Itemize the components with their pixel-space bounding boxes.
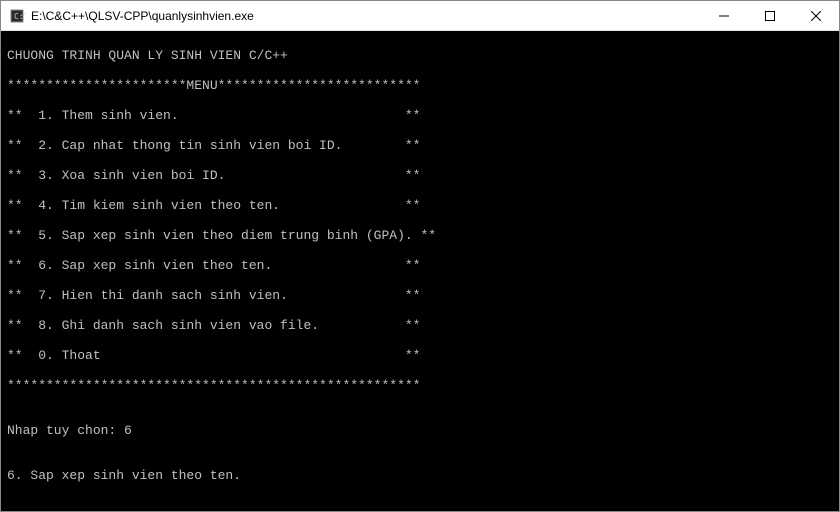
menu-item: ** 8. Ghi danh sach sinh vien vao file. …	[7, 318, 833, 333]
svg-text:C:\: C:\	[14, 12, 25, 21]
maximize-button[interactable]	[747, 1, 793, 30]
titlebar[interactable]: C:\ E:\C&C++\QLSV-CPP\quanlysinhvien.exe	[1, 1, 839, 31]
menu-footer: ****************************************…	[7, 378, 833, 393]
selected-option-title: 6. Sap xep sinh vien theo ten.	[7, 468, 833, 483]
program-header: CHUONG TRINH QUAN LY SINH VIEN C/C++	[7, 48, 833, 63]
console-window: C:\ E:\C&C++\QLSV-CPP\quanlysinhvien.exe…	[0, 0, 840, 512]
menu-item: ** 3. Xoa sinh vien boi ID. **	[7, 168, 833, 183]
menu-header: ***********************MENU*************…	[7, 78, 833, 93]
titlebar-left: C:\ E:\C&C++\QLSV-CPP\quanlysinhvien.exe	[1, 8, 254, 24]
minimize-button[interactable]	[701, 1, 747, 30]
menu-item: ** 7. Hien thi danh sach sinh vien. **	[7, 288, 833, 303]
menu-item: ** 5. Sap xep sinh vien theo diem trung …	[7, 228, 833, 243]
menu-item: ** 0. Thoat **	[7, 348, 833, 363]
window-controls	[701, 1, 839, 30]
menu-item: ** 4. Tim kiem sinh vien theo ten. **	[7, 198, 833, 213]
menu-item: ** 2. Cap nhat thong tin sinh vien boi I…	[7, 138, 833, 153]
window-title: E:\C&C++\QLSV-CPP\quanlysinhvien.exe	[31, 9, 254, 23]
menu-item: ** 1. Them sinh vien. **	[7, 108, 833, 123]
console-output[interactable]: CHUONG TRINH QUAN LY SINH VIEN C/C++ ***…	[1, 31, 839, 511]
close-button[interactable]	[793, 1, 839, 30]
input-prompt: Nhap tuy chon: 6	[7, 423, 833, 438]
app-icon: C:\	[9, 8, 25, 24]
menu-item: ** 6. Sap xep sinh vien theo ten. **	[7, 258, 833, 273]
